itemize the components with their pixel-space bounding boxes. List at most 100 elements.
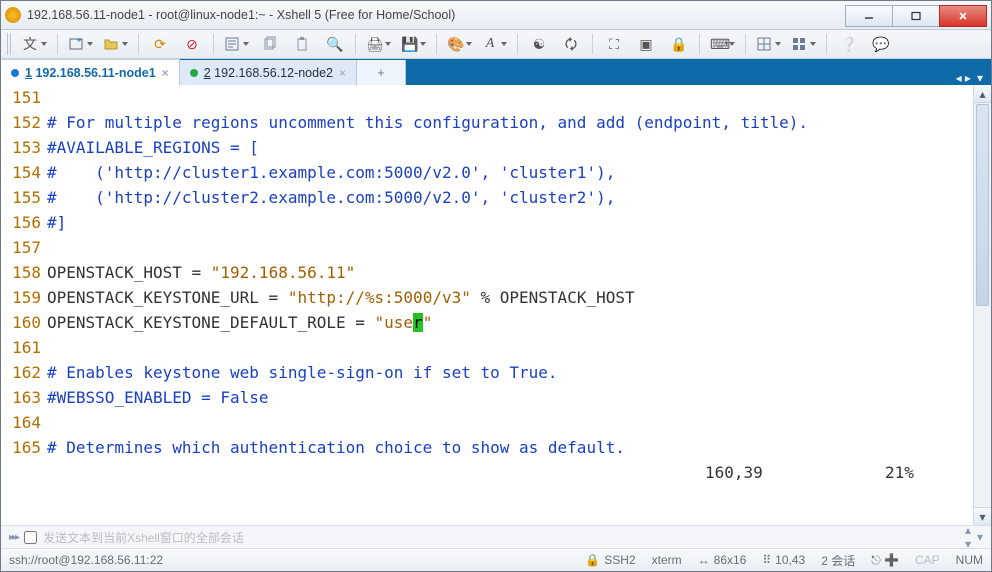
transparent-button[interactable]: ▣ bbox=[632, 33, 660, 55]
print-button[interactable]: 🖨 bbox=[363, 33, 394, 55]
minimize-button[interactable] bbox=[845, 5, 893, 27]
fullscreen-button[interactable]: ⛶ bbox=[600, 33, 628, 55]
toolbar-handle[interactable] bbox=[7, 33, 13, 55]
lock-icon: 🔒 bbox=[585, 553, 600, 567]
tab-label: 192.168.56.12-node2 bbox=[214, 66, 333, 80]
code-span: OPENSTACK_KEYSTONE_URL = bbox=[47, 288, 288, 307]
separator bbox=[745, 34, 746, 54]
app-window: 192.168.56.11-node1 - root@linux-node1:~… bbox=[0, 0, 992, 572]
separator bbox=[57, 34, 58, 54]
status-term: xterm bbox=[652, 553, 682, 567]
code-span: #AVAILABLE_REGIONS = [ bbox=[47, 138, 259, 157]
session-tab-2[interactable]: 2 192.168.56.12-node2 × bbox=[180, 60, 357, 85]
status-connection: ssh://root@192.168.56.11:22 bbox=[9, 553, 569, 567]
quickcmd-button[interactable]: ⌨ bbox=[707, 33, 738, 55]
help-icon: ❔ bbox=[840, 36, 856, 52]
about-button[interactable]: 💬 bbox=[866, 33, 894, 55]
broadcast-bar: ▸▸▸ 发送文本到当前Xshell窗口的全部会话 ▴▾ ▾ bbox=[1, 525, 991, 548]
properties-button[interactable] bbox=[221, 33, 252, 55]
line-number: 163 bbox=[3, 385, 41, 410]
scroll-thumb[interactable] bbox=[976, 104, 989, 306]
separator bbox=[699, 34, 700, 54]
code-span: OPENSTACK_KEYSTONE_DEFAULT_ROLE = bbox=[47, 313, 375, 332]
line-number: 159 bbox=[3, 285, 41, 310]
code-span: # For multiple regions uncomment this co… bbox=[47, 113, 808, 132]
code-span: r bbox=[413, 313, 423, 332]
search-icon: 🔍 bbox=[326, 36, 342, 52]
terminal-line: 165# Determines which authentication cho… bbox=[3, 435, 973, 460]
tile-button[interactable] bbox=[788, 33, 819, 55]
tab-scroll-arrows[interactable]: ◂ ▸▾ bbox=[948, 71, 991, 85]
terminal-line: 162# Enables keystone web single-sign-on… bbox=[3, 360, 973, 385]
file-menu-button[interactable]: 文 bbox=[19, 33, 50, 55]
fullscreen-icon: ⛶ bbox=[606, 36, 622, 52]
app-icon bbox=[5, 7, 21, 23]
printer-icon: 🖨 bbox=[366, 36, 382, 52]
xagent-button[interactable]: ☯ bbox=[525, 33, 553, 55]
open-button[interactable] bbox=[100, 33, 131, 55]
broadcast-handle-icon[interactable]: ▸▸▸ bbox=[9, 532, 18, 543]
paste-icon bbox=[294, 36, 310, 52]
line-number: 151 bbox=[3, 85, 41, 110]
code-span: % OPENSTACK_HOST bbox=[471, 288, 635, 307]
transfer-icon: 🗘 bbox=[563, 36, 579, 52]
status-cursor: ⠿10,43 bbox=[762, 553, 805, 567]
status-icons[interactable]: ⎋ ➕ bbox=[871, 553, 899, 568]
line-number: 162 bbox=[3, 360, 41, 385]
close-button[interactable] bbox=[939, 5, 987, 27]
line-number: 165 bbox=[3, 435, 41, 460]
color-button[interactable]: 🎨 bbox=[444, 33, 475, 55]
reconnect-button[interactable]: ⟳ bbox=[146, 33, 174, 55]
session-tab-1[interactable]: 1 192.168.56.11-node1 × bbox=[1, 59, 180, 85]
font-button[interactable]: A bbox=[479, 33, 510, 55]
status-num: NUM bbox=[956, 553, 983, 567]
broadcast-placeholder[interactable]: 发送文本到当前Xshell窗口的全部会话 bbox=[43, 529, 959, 546]
paste-button[interactable] bbox=[288, 33, 316, 55]
terminal-line: 161 bbox=[3, 335, 973, 360]
status-sessions: 2 会话 bbox=[821, 552, 855, 569]
transfer-button[interactable]: 🗘 bbox=[557, 33, 585, 55]
status-dot-icon bbox=[11, 69, 19, 77]
cursor-icon: ⠿ bbox=[762, 553, 771, 567]
terminal-line: 160OPENSTACK_KEYSTONE_DEFAULT_ROLE = "us… bbox=[3, 310, 973, 335]
code-span: # ('http://cluster1.example.com:5000/v2.… bbox=[47, 163, 615, 182]
copy-button[interactable] bbox=[256, 33, 284, 55]
folder-icon bbox=[103, 36, 119, 52]
line-number: 164 bbox=[3, 410, 41, 435]
terminal[interactable]: 151152# For multiple regions uncomment t… bbox=[1, 85, 973, 525]
layout-icon bbox=[756, 36, 772, 52]
broadcast-history-toggle[interactable]: ▴▾ bbox=[965, 523, 971, 551]
tab-close-button[interactable]: × bbox=[339, 66, 346, 80]
xagent-icon: ☯ bbox=[531, 36, 547, 52]
layout-button[interactable] bbox=[753, 33, 784, 55]
status-dot-icon bbox=[190, 69, 198, 77]
code-span: OPENSTACK_HOST = bbox=[47, 263, 211, 282]
tab-index: 1 bbox=[25, 66, 32, 80]
tab-close-button[interactable]: × bbox=[162, 66, 169, 80]
broadcast-checkbox[interactable] bbox=[24, 531, 37, 544]
new-session-button[interactable] bbox=[65, 33, 96, 55]
separator bbox=[138, 34, 139, 54]
separator bbox=[826, 34, 827, 54]
scroll-up-button[interactable]: ▴ bbox=[974, 85, 991, 103]
separator bbox=[213, 34, 214, 54]
titlebar[interactable]: 192.168.56.11-node1 - root@linux-node1:~… bbox=[1, 1, 991, 30]
line-number: 158 bbox=[3, 260, 41, 285]
chevron-down-icon[interactable]: ▾ bbox=[977, 71, 983, 85]
add-tab-button[interactable]: + bbox=[357, 60, 406, 85]
find-button[interactable]: 🔍 bbox=[320, 33, 348, 55]
disconnect-button[interactable]: ⊘ bbox=[178, 33, 206, 55]
status-size: ↔86x16 bbox=[698, 553, 747, 567]
broadcast-menu-button[interactable]: ▾ bbox=[977, 530, 983, 544]
save-button[interactable]: 💾 bbox=[398, 33, 429, 55]
scroll-down-button[interactable]: ▾ bbox=[974, 507, 991, 525]
status-protocol: 🔒SSH2 bbox=[585, 553, 635, 567]
maximize-button[interactable] bbox=[892, 5, 940, 27]
help-button[interactable]: ❔ bbox=[834, 33, 862, 55]
lock-button[interactable]: 🔒 bbox=[664, 33, 692, 55]
window-title: 192.168.56.11-node1 - root@linux-node1:~… bbox=[27, 8, 840, 22]
vertical-scrollbar[interactable]: ▴ ▾ bbox=[973, 85, 991, 525]
terminal-line: 153#AVAILABLE_REGIONS = [ bbox=[3, 135, 973, 160]
vim-status: 160,3921% bbox=[3, 460, 973, 485]
terminal-line: 156#] bbox=[3, 210, 973, 235]
